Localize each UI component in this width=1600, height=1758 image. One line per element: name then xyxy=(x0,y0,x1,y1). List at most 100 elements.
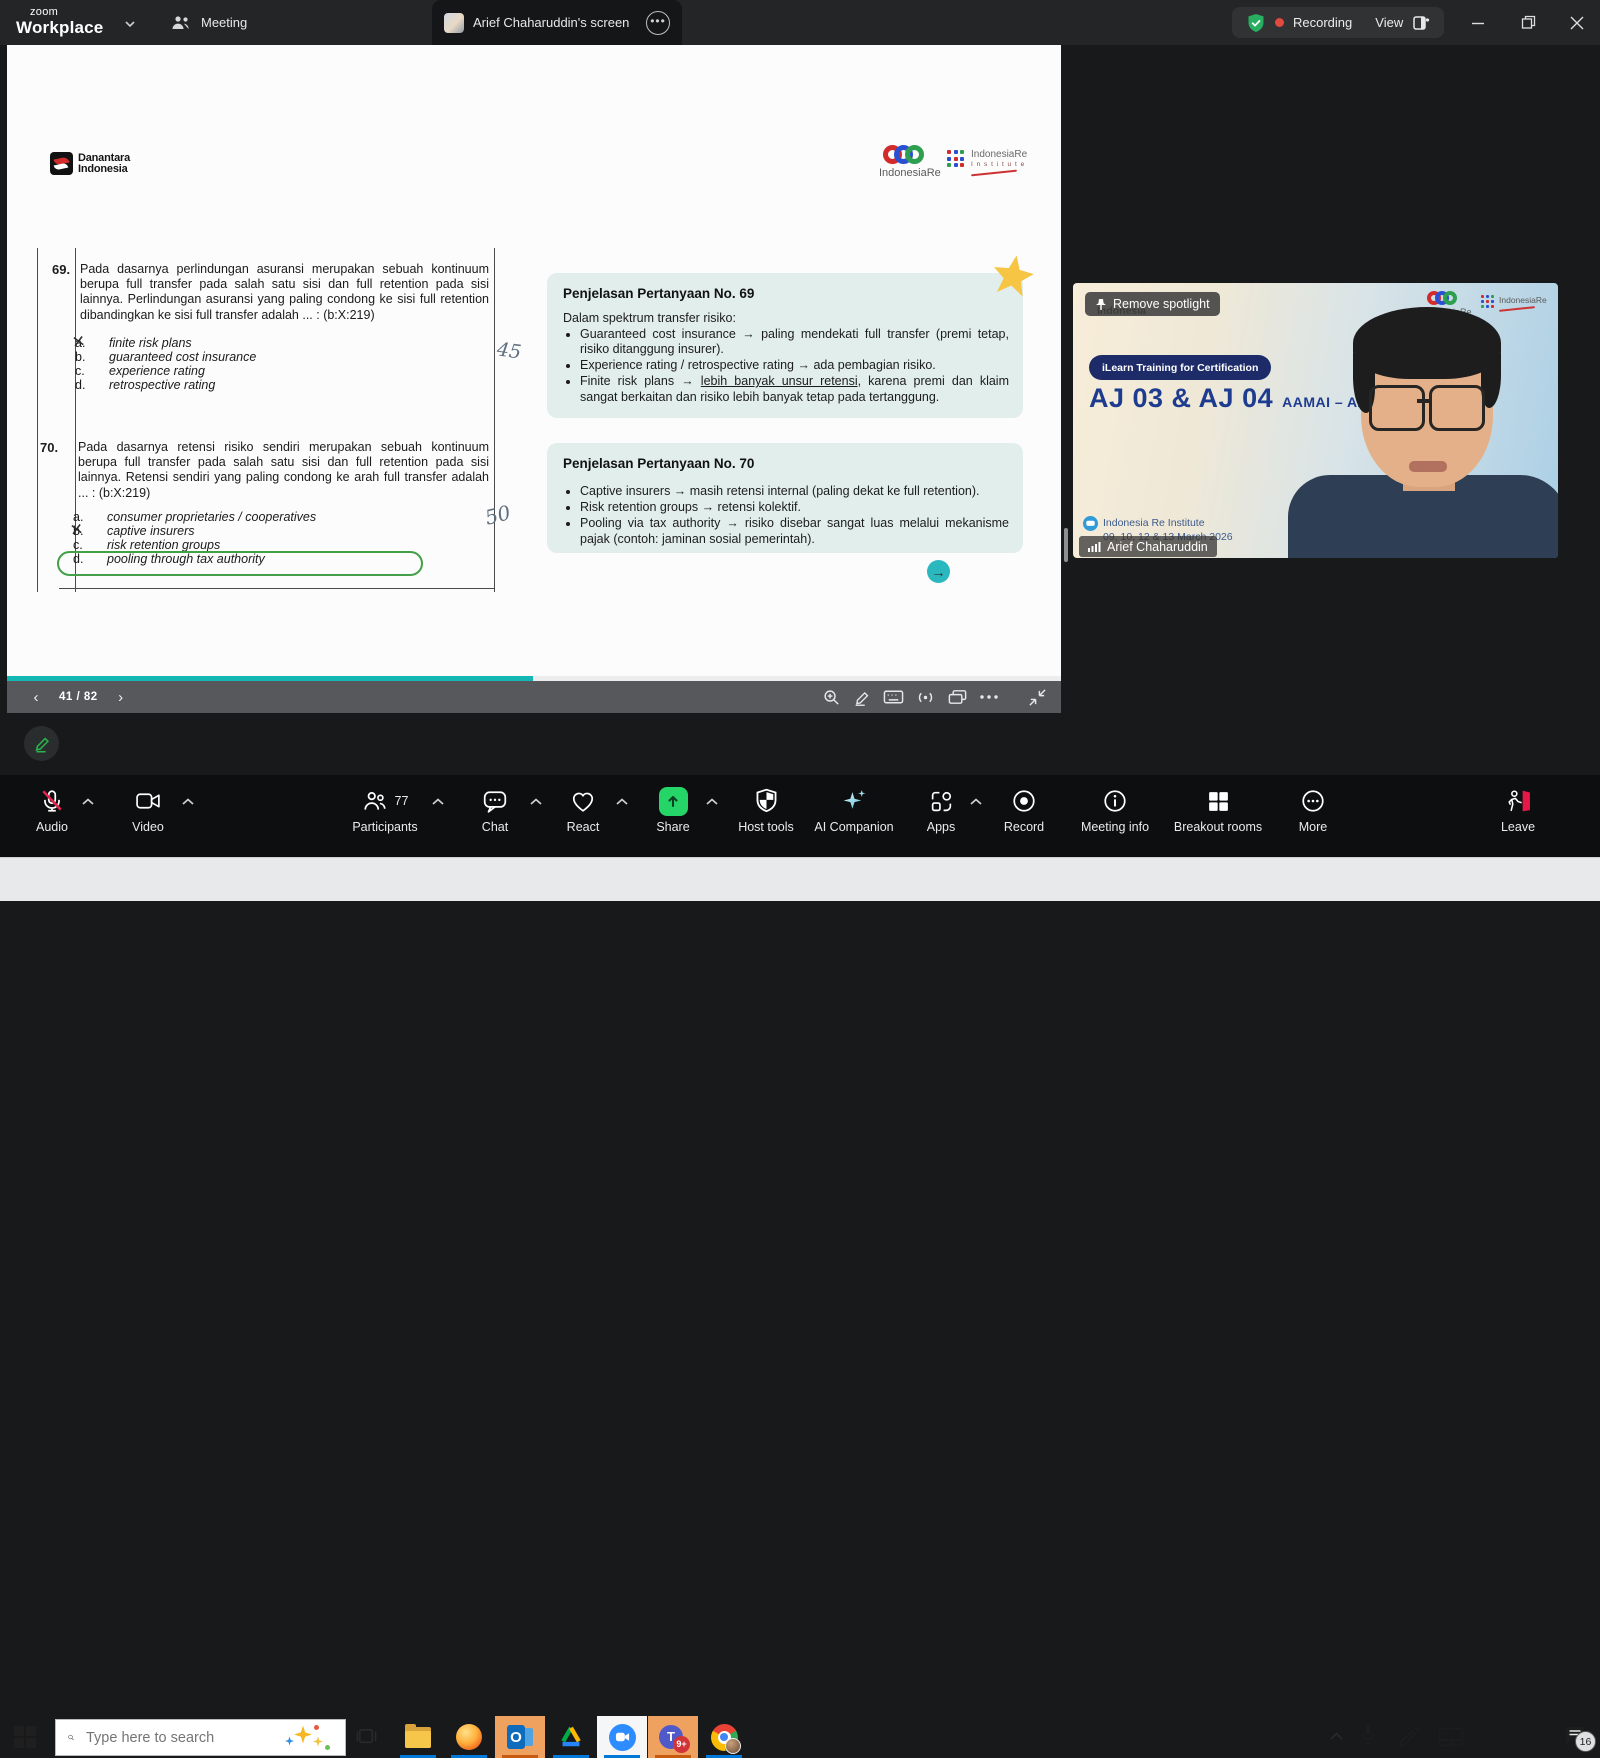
indonesiare-institute-logo: IndonesiaRe I n s t i t u t e xyxy=(947,150,1027,174)
ilearn-badge: iLearn Training for Certification xyxy=(1089,355,1271,380)
tab-options-icon[interactable]: ••• xyxy=(646,11,670,35)
explanation-70-bullet-3: Pooling via tax authority → risiko diseb… xyxy=(580,516,1009,547)
record-button[interactable]: Record xyxy=(984,787,1064,834)
breakout-rooms-button[interactable]: Breakout rooms xyxy=(1158,787,1278,834)
taskbar-teams[interactable]: T 9+ xyxy=(648,1716,698,1758)
explanation-70-card: Penjelasan Pertanyaan No. 70 Captive ins… xyxy=(547,443,1023,553)
chat-bubble-logo-icon xyxy=(1083,516,1098,531)
windows-taskbar: O T 9+ xyxy=(0,857,1600,901)
collapse-icon[interactable] xyxy=(1028,688,1047,707)
chrome-profile-avatar xyxy=(725,1738,741,1754)
more-button[interactable]: More xyxy=(1273,787,1353,834)
info-icon xyxy=(1102,788,1128,814)
view-layout-icon[interactable] xyxy=(1412,15,1430,31)
keyboard-icon[interactable] xyxy=(883,688,904,706)
participant-name: Arief Chaharuddin xyxy=(1107,540,1208,554)
react-chevron-up[interactable] xyxy=(614,797,630,807)
search-icon xyxy=(68,1729,74,1746)
q69-options: a.finite risk plans b.guaranteed cost in… xyxy=(75,336,495,392)
workplace-chevron-down-icon[interactable] xyxy=(122,18,138,30)
recording-dot-icon xyxy=(1275,18,1284,27)
share-chevron-up[interactable] xyxy=(704,797,720,807)
view-button[interactable]: View xyxy=(1375,15,1403,30)
institute-line2: I n s t i t u t e xyxy=(971,160,1027,170)
action-center-button[interactable]: 16 xyxy=(1563,1723,1597,1753)
search-input[interactable] xyxy=(84,1729,275,1747)
participant-video-tile[interactable]: Indonesia Remove spotlight IndonesiaRe I… xyxy=(1073,283,1558,558)
previous-page-button[interactable]: ‹ xyxy=(23,689,49,706)
remove-spotlight-button[interactable]: Remove spotlight xyxy=(1085,292,1220,316)
participant-name-badge: Arief Chaharuddin xyxy=(1079,536,1217,557)
taskbar-search[interactable] xyxy=(55,1719,346,1756)
next-page-button[interactable]: › xyxy=(108,689,134,706)
annotate-pen-icon[interactable] xyxy=(852,688,872,707)
video-chevron-up[interactable] xyxy=(180,797,196,807)
meeting-info-button[interactable]: Meeting info xyxy=(1063,787,1167,834)
danantara-logo-icon xyxy=(50,152,73,175)
participants-button[interactable]: 77 Participants xyxy=(330,787,440,834)
taskbar-file-explorer[interactable] xyxy=(393,1716,443,1758)
meeting-toolbar: Audio Video 77 Participants xyxy=(0,775,1600,857)
taskbar-google-drive[interactable] xyxy=(546,1716,596,1758)
q70-option-b-letter: b. xyxy=(73,524,107,538)
chat-chevron-up[interactable] xyxy=(528,797,544,807)
workplace-logo: Workplace xyxy=(16,18,103,38)
google-drive-icon xyxy=(558,1724,584,1750)
restore-button[interactable] xyxy=(1505,0,1551,45)
minimize-button[interactable] xyxy=(1455,0,1501,45)
video-button[interactable]: Video xyxy=(108,787,188,834)
page-indicator: 41 / 82 xyxy=(59,691,98,703)
apps-button[interactable]: Apps xyxy=(901,787,981,834)
audio-chevron-up[interactable] xyxy=(80,797,96,807)
share-button[interactable]: Share xyxy=(633,787,713,834)
zoom-in-icon[interactable] xyxy=(822,688,841,707)
notification-count-badge: 16 xyxy=(1575,1731,1596,1752)
more-icon xyxy=(1300,788,1326,814)
record-label: Record xyxy=(984,820,1064,834)
q70-option-a: consumer proprietaries / cooperatives xyxy=(107,510,316,524)
tray-expand-chevron[interactable] xyxy=(1328,1730,1345,1742)
tray-pen-icon[interactable] xyxy=(1398,1726,1422,1746)
taskbar-zoom[interactable] xyxy=(597,1716,647,1758)
q70-option-c: risk retention groups xyxy=(107,538,220,552)
q69-option-b-letter: b. xyxy=(75,350,109,364)
chat-button[interactable]: Chat xyxy=(455,787,535,834)
broadcast-icon[interactable] xyxy=(915,688,936,707)
explanation-69-bullet-1: Guaranteed cost insurance → paling mende… xyxy=(580,327,1009,358)
meeting-info-label: Meeting info xyxy=(1063,820,1167,834)
scan-border-bottom xyxy=(59,588,495,589)
taskbar-clock[interactable]: 15:31 12/03/2026 xyxy=(1452,1720,1557,1752)
file-explorer-icon xyxy=(405,1727,431,1748)
explanation-69-bullet-2: Experience rating / retrospective rating… xyxy=(580,358,1009,374)
shared-screen-content: Danantara Indonesia IndonesiaRe Indonesi… xyxy=(7,45,1061,676)
leave-button[interactable]: Leave xyxy=(1478,787,1558,834)
start-button[interactable] xyxy=(14,1726,36,1748)
host-tools-button[interactable]: Host tools xyxy=(720,787,812,834)
tray-mic-icon[interactable] xyxy=(1360,1723,1376,1747)
close-button[interactable] xyxy=(1554,0,1600,45)
danantara-logo-line1: Danantara xyxy=(78,153,130,164)
apps-chevron-up[interactable] xyxy=(968,797,984,807)
tab-shared-screen[interactable]: Arief Chaharuddin's screen ••• xyxy=(432,0,682,45)
leave-label: Leave xyxy=(1478,820,1558,834)
tab-meeting[interactable]: Meeting xyxy=(170,0,247,45)
explanation-69-intro: Dalam spektrum transfer risiko: xyxy=(563,311,1009,327)
video-strip-scrollbar[interactable] xyxy=(1064,528,1068,562)
participants-chevron-up[interactable] xyxy=(430,797,446,807)
mic-muted-icon xyxy=(39,788,65,814)
taskbar-outlook[interactable]: O xyxy=(495,1716,545,1758)
breakout-rooms-icon xyxy=(1206,789,1231,814)
slides-icon[interactable] xyxy=(947,688,968,706)
taskbar-firefox[interactable] xyxy=(444,1716,494,1758)
presentation-toolbar: ‹ 41 / 82 › xyxy=(7,681,1061,713)
task-view-button[interactable] xyxy=(356,1726,377,1747)
more-options-icon[interactable] xyxy=(979,693,999,701)
annotation-pencil-button[interactable] xyxy=(24,726,59,761)
taskbar-chrome[interactable] xyxy=(699,1716,749,1758)
ai-companion-button[interactable]: AI Companion xyxy=(800,787,908,834)
react-button[interactable]: React xyxy=(543,787,623,834)
recording-status-pill: Recording View xyxy=(1232,7,1444,38)
participants-count: 77 xyxy=(395,794,409,808)
audio-button[interactable]: Audio xyxy=(12,787,92,834)
pencil-icon xyxy=(32,734,52,754)
